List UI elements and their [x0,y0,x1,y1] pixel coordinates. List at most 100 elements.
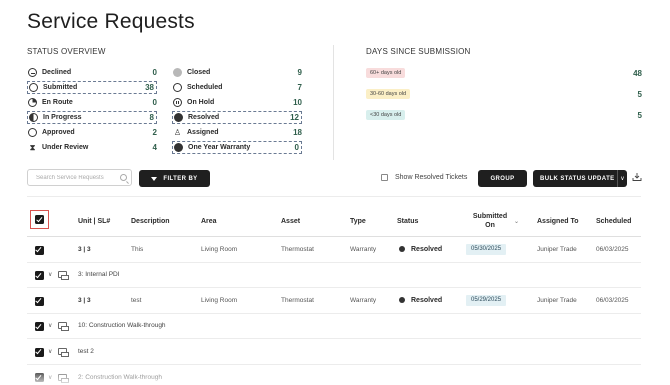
status-scheduled[interactable]: Scheduled 7 [172,81,302,94]
days-row-60-plus[interactable]: 60+ days old 48 [366,67,642,79]
status-approved[interactable]: Approved 2 [27,126,157,139]
col-asset[interactable]: Asset [281,205,300,237]
col-submitted-on[interactable]: Submitted On [467,205,513,237]
col-unit[interactable]: Unit | SL# [78,205,110,237]
table-row[interactable]: 3 | 3 This Living Room Thermostat Warran… [27,237,641,263]
overview-divider [333,45,334,160]
filter-by-button[interactable]: FILTER BY [139,170,210,187]
status-count: 0 [152,68,157,77]
group-label: 3: Internal PDI [78,271,120,279]
group-row[interactable]: ∨ 3: Internal PDI [27,263,641,288]
search-box[interactable] [27,169,132,186]
cell-scheduled: 06/03/2025 [596,296,629,304]
sort-icon[interactable]: ⌄ [514,205,519,237]
col-area[interactable]: Area [201,205,217,237]
download-icon[interactable] [632,172,642,182]
show-resolved-checkbox[interactable] [381,174,388,181]
status-assigned[interactable]: ♙ Assigned 18 [172,126,302,139]
status-label: Closed [187,69,211,76]
age-pill: 30-60 days old [366,89,411,99]
status-under-review[interactable]: ⧗ Under Review 4 [27,141,157,154]
filter-by-label: FILTER BY [163,175,198,182]
approved-icon [28,128,37,138]
status-label: Approved [42,129,75,137]
days-row-30-60[interactable]: 30-60 days old 5 [366,88,642,100]
group-label: GROUP [490,175,515,182]
table-row[interactable]: 3 | 3 test Living Room Thermostat Warran… [27,288,641,314]
cell-description: This [131,245,144,253]
status-label: On Hold [187,99,215,107]
en-route-icon [28,98,37,108]
status-label: Declined [42,69,72,76]
cell-status: Resolved [399,288,442,313]
row-checkbox[interactable] [34,296,44,306]
status-closed[interactable]: Closed 9 [172,66,302,79]
cell-type: Warranty [350,296,377,304]
status-count: 38 [145,83,154,93]
col-type[interactable]: Type [350,205,366,237]
status-one-year-warranty[interactable]: One Year Warranty 0 [172,141,302,155]
status-label: Assigned [187,129,219,137]
status-count: 4 [152,143,157,153]
group-checkbox[interactable] [34,271,44,280]
bulk-dropdown-chevron-icon[interactable]: ∨ [617,170,627,187]
status-count: 2 [152,128,157,138]
group-checkbox[interactable] [34,347,44,357]
group-row[interactable]: ∨ 10: Construction Walk-through [27,314,641,339]
status-declined[interactable]: Declined 0 [27,66,157,79]
status-on-hold[interactable]: On Hold 10 [172,96,302,109]
group-label: 10: Construction Walk-through [78,322,166,330]
age-count: 48 [633,68,642,78]
page-title: Service Requests [27,10,195,33]
cell-submitted: 05/29/2025 [466,288,507,313]
col-assigned-to[interactable]: Assigned To [537,205,578,237]
scheduled-icon [173,83,182,93]
row-checkbox[interactable] [34,245,44,255]
col-submitted-line2: On [485,222,495,229]
chevron-down-icon[interactable]: ∨ [48,322,52,329]
cell-submitted: 05/30/2025 [466,237,507,262]
chevron-down-icon[interactable]: ∨ [48,348,52,355]
status-count: 0 [294,143,299,153]
cell-area: Living Room [201,245,238,253]
age-count: 5 [637,89,642,99]
status-submitted[interactable]: Submitted 38 [27,81,157,95]
declined-icon [28,68,37,77]
col-status[interactable]: Status [397,205,418,237]
days-since-label: DAYS SINCE SUBMISSION [366,47,471,56]
group-icon [58,347,69,357]
days-row-under-30[interactable]: <30 days old 5 [366,109,642,121]
group-button[interactable]: GROUP [478,170,527,187]
group-checkbox[interactable] [34,322,44,331]
col-scheduled[interactable]: Scheduled [596,205,631,237]
group-row[interactable]: ∨ test 2 [27,339,641,365]
cell-scheduled: 06/03/2025 [596,245,629,253]
age-pill: 60+ days old [366,68,406,78]
search-input[interactable] [36,174,116,181]
cell-assigned: Juniper Trade [537,245,577,253]
group-checkbox[interactable] [34,373,44,382]
status-label: Under Review [42,144,89,152]
select-all-checkbox[interactable] [30,210,49,229]
group-label: 2: Construction Walk-through [78,373,162,381]
bulk-status-update-button[interactable]: BULK STATUS UPDATE [533,170,627,187]
cell-area: Living Room [201,296,238,304]
resolved-icon [174,113,183,123]
status-count: 10 [293,98,302,108]
on-hold-icon [173,98,182,108]
cell-unit: 3 | 3 [78,296,91,304]
chevron-down-icon[interactable]: ∨ [48,374,52,381]
chevron-down-icon[interactable]: ∨ [48,271,52,278]
show-resolved-toggle[interactable]: Show Resolved Tickets [381,174,467,181]
status-in-progress[interactable]: In Progress 8 [27,111,157,125]
resolved-status-icon [399,246,405,253]
group-row[interactable]: ∨ 2: Construction Walk-through [27,365,641,385]
status-text: Resolved [411,296,443,304]
age-pill: <30 days old [366,110,406,120]
cell-assigned: Juniper Trade [537,296,577,304]
col-description[interactable]: Description [131,205,170,237]
status-label: Scheduled [187,84,223,92]
status-resolved[interactable]: Resolved 12 [172,111,302,125]
search-icon[interactable] [120,174,127,181]
status-en-route[interactable]: En Route 0 [27,96,157,109]
